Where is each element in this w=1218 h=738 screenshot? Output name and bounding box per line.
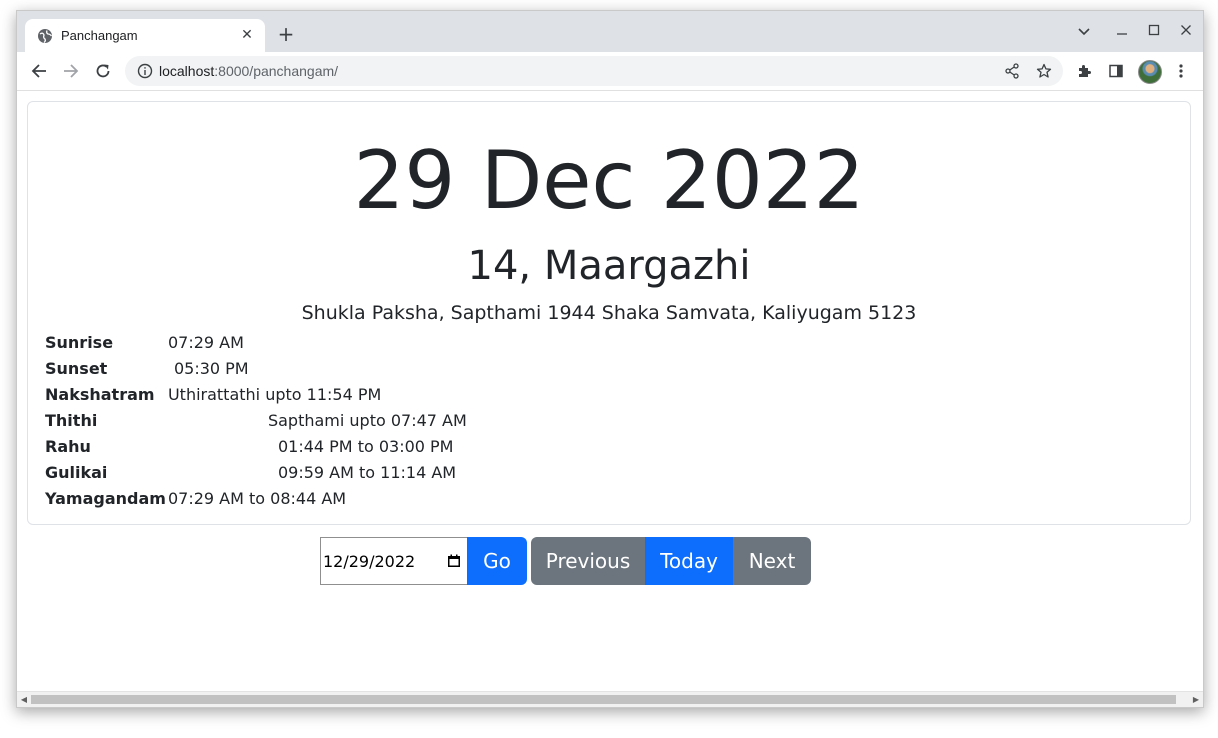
panchangam-card: 29 Dec 2022 14, Maargazhi Shukla Paksha,…	[27, 101, 1191, 525]
detail-label: Yamagandam	[45, 488, 166, 508]
date-input-value: 12/29/2022	[323, 552, 416, 571]
menu-kebab-icon[interactable]	[1171, 61, 1191, 81]
detail-value: Uthirattathi upto 11:54 PM	[167, 384, 382, 404]
profile-avatar[interactable]	[1138, 60, 1162, 84]
detail-value: 09:59 AM to 11:14 AM	[277, 462, 457, 482]
table-row: Rahu 01:44 PM to 03:00 PM	[45, 433, 467, 459]
forward-icon[interactable]	[60, 60, 82, 82]
calendar-icon[interactable]	[447, 554, 461, 568]
detail-label: Sunrise	[45, 332, 114, 352]
horizontal-scrollbar[interactable]: ◀ ▶	[17, 691, 1203, 707]
navigation-button-group: Previous Today Next	[531, 537, 811, 585]
minimize-icon[interactable]	[1113, 23, 1131, 41]
url-host: localhost	[159, 63, 215, 79]
close-tab-icon[interactable]: ✕	[237, 25, 257, 45]
detail-value: 01:44 PM to 03:00 PM	[277, 436, 454, 456]
scroll-left-icon[interactable]: ◀	[19, 694, 29, 704]
share-icon[interactable]	[1003, 62, 1021, 80]
tab-search-icon[interactable]	[1075, 23, 1093, 41]
next-button[interactable]: Next	[733, 537, 811, 585]
reload-icon[interactable]	[92, 60, 114, 82]
table-row: Nakshatram Uthirattathi upto 11:54 PM	[45, 381, 467, 407]
back-icon[interactable]	[28, 60, 50, 82]
browser-window: Panchangam ✕ + localhost:8000/panchangam…	[16, 10, 1204, 708]
detail-value: 07:29 AM to 08:44 AM	[167, 488, 347, 508]
tab-title: Panchangam	[61, 28, 138, 43]
url-path: :8000/panchangam/	[214, 63, 339, 79]
browser-toolbar: localhost:8000/panchangam/	[17, 52, 1203, 91]
new-tab-icon[interactable]: +	[275, 23, 297, 45]
detail-label: Gulikai	[45, 462, 108, 482]
date-controls: 12/29/2022 Go Previous Today Next	[320, 537, 811, 585]
details-table: Sunrise 07:29 AM Sunset 05:30 PM Nakshat…	[45, 329, 467, 511]
detail-value: 07:29 AM	[167, 332, 244, 352]
detail-value: 05:30 PM	[173, 358, 249, 378]
detail-value: Sapthami upto 07:47 AM	[267, 410, 467, 430]
detail-label: Nakshatram	[45, 384, 155, 404]
extensions-icon[interactable]	[1074, 61, 1094, 81]
bookmark-star-icon[interactable]	[1035, 62, 1053, 80]
detail-label: Rahu	[45, 436, 91, 456]
tamil-date: 14, Maargazhi	[467, 243, 751, 289]
tab-strip: Panchangam ✕ +	[17, 11, 1203, 52]
previous-button[interactable]: Previous	[531, 537, 645, 585]
scroll-right-icon[interactable]: ▶	[1191, 694, 1201, 704]
date-heading: 29 Dec 2022	[353, 134, 865, 227]
close-window-icon[interactable]	[1177, 21, 1195, 39]
today-button[interactable]: Today	[645, 537, 733, 585]
address-bar[interactable]: localhost:8000/panchangam/	[125, 56, 1063, 86]
scrollbar-thumb[interactable]	[31, 695, 1176, 704]
side-panel-icon[interactable]	[1106, 61, 1126, 81]
page-viewport: 29 Dec 2022 14, Maargazhi Shukla Paksha,…	[17, 91, 1203, 692]
info-icon[interactable]	[137, 63, 153, 79]
table-row: Yamagandam 07:29 AM to 08:44 AM	[45, 485, 467, 511]
table-row: Thithi Sapthami upto 07:47 AM	[45, 407, 467, 433]
globe-icon	[38, 29, 53, 44]
go-button[interactable]: Go	[467, 537, 527, 585]
table-row: Gulikai 09:59 AM to 11:14 AM	[45, 459, 467, 485]
table-row: Sunset 05:30 PM	[45, 355, 467, 381]
tab-panchangam[interactable]: Panchangam ✕	[25, 19, 265, 52]
url-text: localhost:8000/panchangam/	[159, 63, 338, 79]
detail-label: Thithi	[45, 410, 98, 430]
paksha-line: Shukla Paksha, Sapthami 1944 Shaka Samva…	[301, 302, 917, 324]
maximize-icon[interactable]	[1145, 21, 1163, 39]
date-input[interactable]: 12/29/2022	[320, 537, 467, 585]
detail-label: Sunset	[45, 358, 108, 378]
table-row: Sunrise 07:29 AM	[45, 329, 467, 355]
